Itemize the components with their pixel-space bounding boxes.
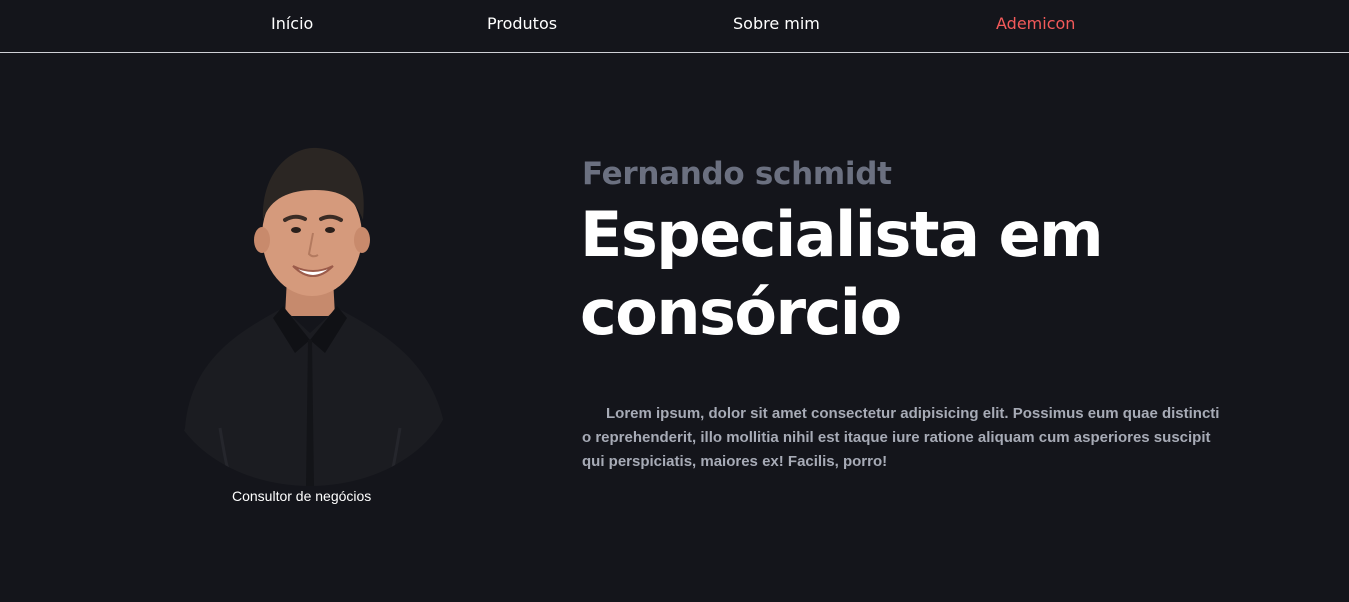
person-name: Fernando schmidt (582, 156, 892, 192)
nav-link-inicio[interactable]: Início (271, 14, 313, 33)
nav-link-produtos[interactable]: Produtos (487, 14, 557, 33)
profile-caption: Consultor de negócios (232, 488, 372, 504)
nav-link-sobre-mim[interactable]: Sobre mim (733, 14, 820, 33)
top-navbar: Início Produtos Sobre mim Ademicon (0, 0, 1349, 53)
hero-headline: Especialista em consórcio (580, 198, 1104, 349)
nav-link-ademicon[interactable]: Ademicon (996, 14, 1075, 33)
profile-photo (165, 128, 455, 486)
hero-description: Lorem ipsum, dolor sit amet consectetur … (582, 405, 1220, 470)
